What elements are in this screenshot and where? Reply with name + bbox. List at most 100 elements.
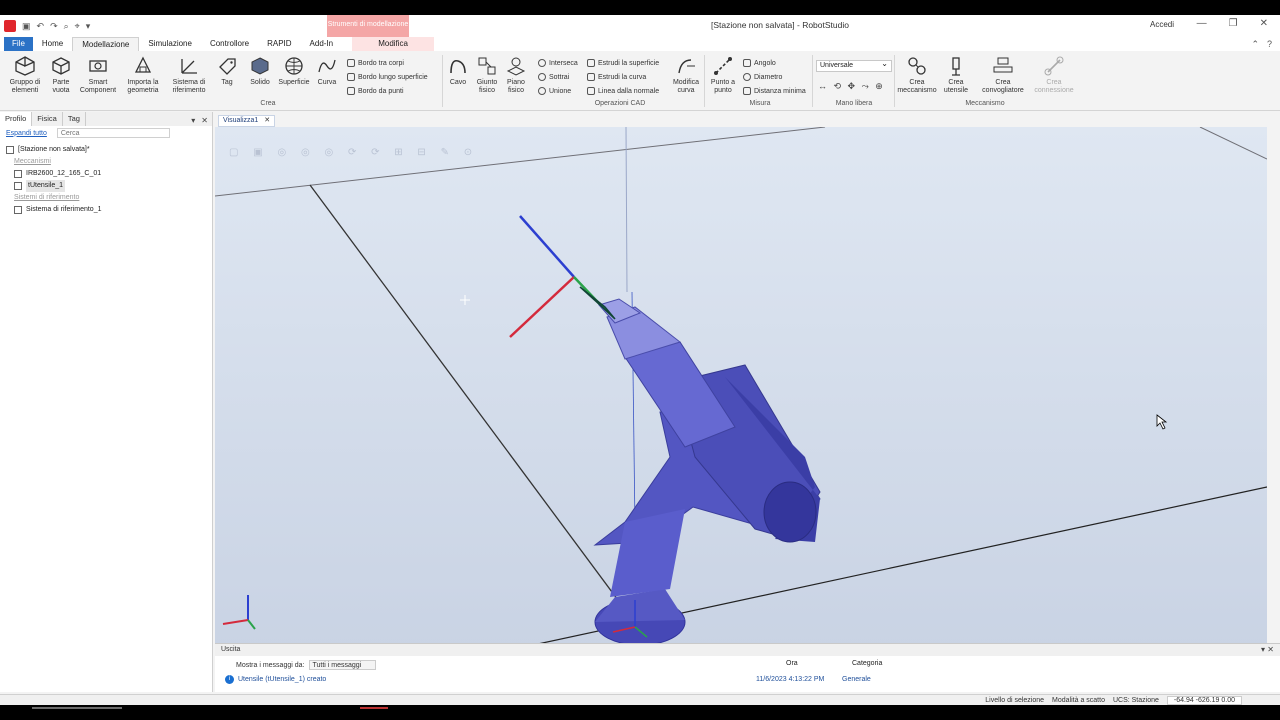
crea-connessione-button[interactable]: Crea connessione	[1030, 55, 1078, 95]
ribbon-tabs: File Home Modellazione Simulazione Contr…	[0, 37, 1280, 51]
tab-controllore[interactable]: Controllore	[201, 37, 258, 51]
panel-close-icon[interactable]: ✕	[201, 114, 208, 128]
angolo-button[interactable]: Angolo	[743, 59, 776, 67]
tree-search-input[interactable]	[56, 128, 170, 138]
tab-rapid[interactable]: RAPID	[258, 37, 300, 51]
crea-utensile-button[interactable]: Crea utensile	[940, 55, 972, 95]
component-group-icon	[15, 56, 35, 76]
snap-mode-dropdown[interactable]: Modalità a scatto	[1052, 697, 1105, 704]
filter-label: Mostra i messaggi da:	[236, 661, 305, 669]
conveyor-icon	[993, 57, 1013, 73]
sottrai-button[interactable]: Sottrai	[538, 73, 569, 81]
signin-link[interactable]: Accedi	[1150, 20, 1174, 29]
help-icon[interactable]: ?	[1267, 37, 1272, 51]
tool-frame-z-axis	[519, 215, 575, 278]
importa-geometria-button[interactable]: Importa la geometria	[121, 55, 165, 95]
piano-fisico-button[interactable]: Piano fisico	[504, 55, 528, 95]
close-view-icon[interactable]: ✕	[264, 117, 270, 124]
group-label-cad: Operazioni CAD	[594, 100, 646, 107]
ribbon: Gruppo di elementi Parte vuota Smart Com…	[0, 51, 1280, 111]
output-title: Uscita	[221, 646, 241, 653]
subtract-icon	[538, 73, 546, 81]
extrude-curve-icon	[587, 73, 595, 81]
linea-normale-button[interactable]: Linea dalla normale	[587, 87, 659, 95]
tool-frame-x-axis	[509, 276, 575, 338]
smart-component-icon	[89, 60, 107, 72]
tab-addin[interactable]: Add-In	[301, 37, 343, 51]
cursor-coordinates: -64.94 -626.19 0.00	[1166, 696, 1242, 705]
tab-simulazione[interactable]: Simulazione	[139, 37, 201, 51]
expand-all-link[interactable]: Espandi tutto	[6, 130, 47, 137]
solido-button[interactable]: Solido	[246, 55, 274, 87]
tag-button[interactable]: Tag	[215, 55, 239, 87]
physics-joint-icon	[478, 57, 496, 75]
info-icon: i	[225, 675, 234, 684]
taskbar-indicator	[360, 707, 388, 709]
smart-component-button[interactable]: Smart Component	[77, 55, 119, 95]
pin-icon[interactable]: ▾	[191, 114, 195, 128]
connection-icon	[1044, 56, 1064, 76]
message-category: Generale	[842, 676, 871, 683]
tab-file[interactable]: File	[4, 37, 33, 51]
output-close-icon[interactable]: ✕	[1267, 645, 1274, 654]
group-label-misura: Misura	[749, 100, 771, 107]
output-message-row[interactable]: i Utensile (tUtensile_1) creato	[225, 675, 326, 684]
modifica-curva-button[interactable]: Modifica curva	[670, 55, 702, 95]
tree-item-tool[interactable]: tUtensile_1	[6, 180, 212, 192]
tab-visualizza1[interactable]: Visualizza1 ✕	[218, 115, 276, 127]
collapse-ribbon-icon[interactable]: ⌃	[1251, 37, 1259, 51]
restore-button[interactable]: ❐	[1229, 18, 1238, 29]
interseca-button[interactable]: Interseca	[538, 59, 578, 67]
import-geometry-icon	[134, 56, 152, 73]
curve-icon	[318, 59, 336, 73]
tab-fisica[interactable]: Fisica	[32, 112, 63, 126]
frame-item-icon	[14, 206, 22, 214]
superficie-button[interactable]: Superficie	[276, 55, 312, 87]
cavo-button[interactable]: Cavo	[446, 55, 470, 87]
message-filter-select[interactable]: Tutti i messaggi	[309, 660, 377, 670]
crea-convogliatore-button[interactable]: Crea convogliatore	[976, 55, 1030, 95]
tree-root[interactable]: [Stazione non salvata]*	[6, 144, 212, 156]
bordo-da-punti-button[interactable]: Bordo da punti	[347, 87, 404, 95]
distanza-minima-button[interactable]: Distanza minima	[743, 87, 806, 95]
estrudi-superficie-button[interactable]: Estrudi la superficie	[587, 59, 659, 67]
tab-profilo[interactable]: Profilo	[0, 112, 33, 126]
station-tree: [Stazione non salvata]* Meccanismi IRB26…	[0, 140, 212, 216]
freehand-tools[interactable]: ↔ ⟲ ✥ ⤳ ⊕	[818, 81, 885, 92]
close-button[interactable]: ✕	[1260, 18, 1268, 29]
sistema-riferimento-button[interactable]: Sistema di riferimento	[167, 55, 211, 95]
ucs-label: UCS: Stazione	[1112, 697, 1159, 704]
unione-button[interactable]: Unione	[538, 87, 571, 95]
diametro-button[interactable]: Diametro	[743, 73, 782, 81]
punto-a-punto-button[interactable]: Punto a punto	[707, 55, 739, 95]
bordo-tra-corpi-button[interactable]: Bordo tra corpi	[347, 59, 404, 67]
minimize-button[interactable]: —	[1197, 18, 1207, 29]
parte-vuota-button[interactable]: Parte vuota	[47, 55, 75, 95]
crosshair-icon	[460, 295, 470, 305]
estrudi-curva-button[interactable]: Estrudi la curva	[587, 73, 646, 81]
tree-item-frame[interactable]: Sistema di riferimento_1	[6, 204, 212, 216]
selection-level-dropdown[interactable]: Livello di selezione	[985, 697, 1044, 704]
giunto-fisico-button[interactable]: Giunto fisico	[472, 55, 502, 95]
group-separator	[894, 55, 895, 107]
tab-modellazione[interactable]: Modellazione	[72, 37, 140, 51]
bordo-lungo-superficie-button[interactable]: Bordo lungo superficie	[347, 73, 428, 81]
gruppo-elementi-button[interactable]: Gruppo di elementi	[4, 55, 46, 95]
output-pin-icon[interactable]: ▾	[1261, 645, 1265, 654]
tab-home[interactable]: Home	[33, 37, 72, 51]
tree-item-robot[interactable]: IRB2600_12_165_C_01	[6, 168, 212, 180]
column-header-time[interactable]: Ora	[786, 660, 798, 667]
tab-tag[interactable]: Tag	[63, 112, 86, 126]
edge-points-icon	[347, 87, 355, 95]
reference-dropdown[interactable]: Universale	[816, 59, 892, 72]
crea-meccanismo-button[interactable]: Crea meccanismo	[896, 55, 938, 95]
viewport-toolbar[interactable]: ▢ ▣ ◎ ◎ ◎ ⟳ ⟳ ⊞ ⊟ ✎ ⊙	[229, 147, 478, 158]
min-distance-icon	[743, 87, 751, 95]
3d-viewport[interactable]: ▢ ▣ ◎ ◎ ◎ ⟳ ⟳ ⊞ ⊟ ✎ ⊙	[215, 127, 1267, 650]
column-header-category[interactable]: Categoria	[852, 660, 882, 667]
modify-curve-icon	[678, 59, 695, 74]
mouse-cursor-icon	[1156, 414, 1168, 430]
curva-button[interactable]: Curva	[314, 55, 340, 87]
tab-modifica[interactable]: Modifica	[352, 37, 435, 51]
message-time: 11/6/2023 4:13:22 PM	[756, 676, 825, 683]
